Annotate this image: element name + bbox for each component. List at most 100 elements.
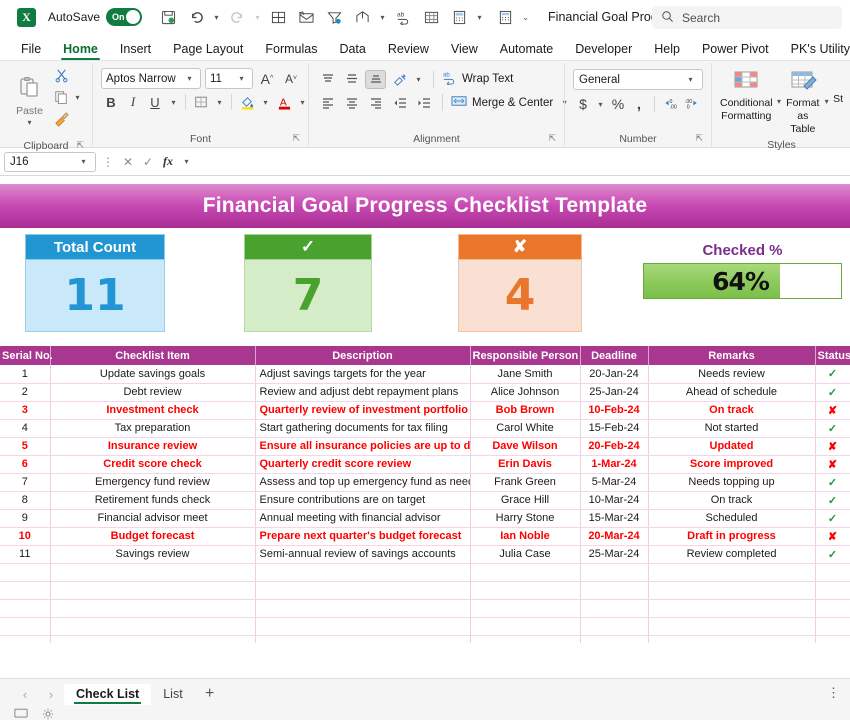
- cell-deadline[interactable]: 25-Jan-24: [580, 383, 648, 401]
- ribbon-tab-home[interactable]: Home: [52, 40, 109, 60]
- calculator-icon[interactable]: [448, 6, 470, 28]
- cell-serial[interactable]: 7: [0, 473, 50, 491]
- formula-bar-menu-icon[interactable]: ⋮: [100, 155, 116, 169]
- align-bottom-button[interactable]: [365, 70, 386, 89]
- cell-description[interactable]: Assess and top up emergency fund as need…: [255, 473, 470, 491]
- borders-dropdown-icon[interactable]: ▾: [214, 98, 225, 107]
- fill-color-dropdown-icon[interactable]: ▾: [260, 98, 271, 107]
- cell-deadline[interactable]: 20-Jan-24: [580, 365, 648, 383]
- cell-deadline[interactable]: 10-Feb-24: [580, 401, 648, 419]
- cell-status[interactable]: ✓: [815, 383, 850, 401]
- cell-serial[interactable]: 1: [0, 365, 50, 383]
- cell-responsible-person[interactable]: Frank Green: [470, 473, 580, 491]
- cell-empty[interactable]: [648, 581, 815, 599]
- font-color-dropdown-icon[interactable]: ▾: [297, 98, 308, 107]
- formula-bar-expand-icon[interactable]: ▾: [181, 157, 192, 166]
- underline-button[interactable]: U: [145, 92, 165, 112]
- cell-empty[interactable]: [648, 635, 815, 643]
- table-row[interactable]: 10Budget forecastPrepare next quarter's …: [0, 527, 850, 545]
- cell-remarks[interactable]: Review completed: [648, 545, 815, 563]
- cell-description[interactable]: Adjust savings targets for the year: [255, 365, 470, 383]
- table-row[interactable]: 7Emergency fund reviewAssess and top up …: [0, 473, 850, 491]
- format-as-table-dropdown-icon[interactable]: ▾: [823, 97, 830, 106]
- cell-empty[interactable]: [815, 599, 850, 617]
- kebab-icon[interactable]: ⋮: [827, 685, 840, 701]
- cell-serial[interactable]: 2: [0, 383, 50, 401]
- font-color-button[interactable]: A: [274, 92, 294, 112]
- orientation-button[interactable]: [389, 69, 409, 89]
- cell-checklist-item[interactable]: Retirement funds check: [50, 491, 255, 509]
- font-size-dropdown-icon[interactable]: ▾: [236, 74, 247, 83]
- ribbon-tab-file[interactable]: File: [10, 40, 52, 60]
- cell-empty[interactable]: [0, 599, 50, 617]
- cell-serial[interactable]: 9: [0, 509, 50, 527]
- ribbon-tab-help[interactable]: Help: [643, 40, 691, 60]
- cell-serial[interactable]: 6: [0, 455, 50, 473]
- cell-status[interactable]: ✘: [815, 455, 850, 473]
- cell-empty[interactable]: [470, 563, 580, 581]
- cell-empty[interactable]: [470, 599, 580, 617]
- chevron-left-icon[interactable]: ‹: [12, 687, 38, 702]
- percent-style-button[interactable]: %: [608, 94, 628, 114]
- increase-decimal-button[interactable]: 0.00: [660, 94, 680, 114]
- cell-empty[interactable]: [50, 599, 255, 617]
- cell-empty[interactable]: [470, 581, 580, 599]
- share-icon[interactable]: [351, 6, 373, 28]
- cell-empty[interactable]: [815, 581, 850, 599]
- cell-serial[interactable]: 11: [0, 545, 50, 563]
- font-name-select[interactable]: Aptos Narrow▾: [101, 68, 201, 89]
- cell-empty[interactable]: [580, 635, 648, 643]
- column-header-description[interactable]: Description: [255, 346, 470, 365]
- cell-empty[interactable]: [50, 635, 255, 643]
- cell-empty[interactable]: [648, 563, 815, 581]
- cell-responsible-person[interactable]: Harry Stone: [470, 509, 580, 527]
- cell-responsible-person[interactable]: Ian Noble: [470, 527, 580, 545]
- cell-remarks[interactable]: On track: [648, 491, 815, 509]
- cell-empty[interactable]: [815, 617, 850, 635]
- italic-button[interactable]: I: [123, 92, 143, 112]
- cell-remarks[interactable]: On track: [648, 401, 815, 419]
- ribbon-tab-view[interactable]: View: [440, 40, 489, 60]
- alignment-dialog-launcher-icon[interactable]: ⇱: [548, 131, 556, 146]
- sheet-tab-list[interactable]: List: [151, 684, 194, 705]
- cell-deadline[interactable]: 20-Mar-24: [580, 527, 648, 545]
- cell-serial[interactable]: 8: [0, 491, 50, 509]
- cell-responsible-person[interactable]: Alice Johnson: [470, 383, 580, 401]
- borders-icon[interactable]: [267, 6, 289, 28]
- underline-dropdown-icon[interactable]: ▾: [168, 98, 179, 107]
- cell-serial[interactable]: 10: [0, 527, 50, 545]
- cell-status[interactable]: ✘: [815, 401, 850, 419]
- formula-input[interactable]: [197, 152, 846, 172]
- cell-description[interactable]: Quarterly credit score review: [255, 455, 470, 473]
- cell-checklist-item[interactable]: Update savings goals: [50, 365, 255, 383]
- cell-responsible-person[interactable]: Julia Case: [470, 545, 580, 563]
- paste-dropdown-icon[interactable]: ▾: [24, 118, 35, 127]
- cell-responsible-person[interactable]: Erin Davis: [470, 455, 580, 473]
- cell-empty[interactable]: [50, 617, 255, 635]
- cell-status[interactable]: ✓: [815, 491, 850, 509]
- chevron-right-icon[interactable]: ›: [38, 687, 64, 702]
- cell-responsible-person[interactable]: Carol White: [470, 419, 580, 437]
- save-icon[interactable]: [157, 6, 179, 28]
- cell-empty[interactable]: [580, 617, 648, 635]
- cell-empty[interactable]: [255, 635, 470, 643]
- column-header-deadline[interactable]: Deadline: [580, 346, 648, 365]
- cell-deadline[interactable]: 15-Mar-24: [580, 509, 648, 527]
- decrease-indent-button[interactable]: [389, 93, 410, 112]
- font-name-dropdown-icon[interactable]: ▾: [184, 74, 195, 83]
- calculator2-icon[interactable]: [494, 6, 516, 28]
- currency-dropdown-icon[interactable]: ▾: [595, 100, 606, 109]
- number-dialog-launcher-icon[interactable]: ⇱: [695, 131, 703, 146]
- cell-checklist-item[interactable]: Savings review: [50, 545, 255, 563]
- cell-remarks[interactable]: Scheduled: [648, 509, 815, 527]
- align-center-button[interactable]: [341, 93, 362, 112]
- cell-empty[interactable]: [0, 581, 50, 599]
- cell-checklist-item[interactable]: Debt review: [50, 383, 255, 401]
- cell-status[interactable]: ✓: [815, 365, 850, 383]
- cell-deadline[interactable]: 20-Feb-24: [580, 437, 648, 455]
- cell-description[interactable]: Quarterly review of investment portfolio: [255, 401, 470, 419]
- cell-status[interactable]: ✓: [815, 545, 850, 563]
- cell-serial[interactable]: 5: [0, 437, 50, 455]
- decrease-font-size-button[interactable]: A˅: [281, 69, 301, 89]
- cell-checklist-item[interactable]: Financial advisor meet: [50, 509, 255, 527]
